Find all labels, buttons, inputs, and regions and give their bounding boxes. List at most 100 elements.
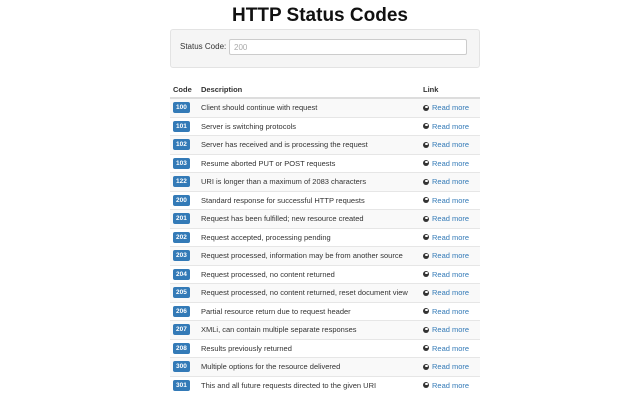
globe-icon <box>423 197 429 203</box>
read-more-label: Read more <box>432 140 470 149</box>
description-cell: Request processed, no content returned, … <box>198 283 420 302</box>
globe-icon <box>423 382 429 388</box>
link-cell: Read more <box>420 209 480 228</box>
read-more-link[interactable]: Read more <box>423 307 469 316</box>
globe-icon <box>423 271 429 277</box>
description-cell: Request processed, information may be fr… <box>198 246 420 265</box>
table-row: 103 Resume aborted PUT or POST requests Re… <box>170 153 480 173</box>
read-more-label: Read more <box>432 103 470 112</box>
table-row: 301 This and all future requests directed… <box>170 375 480 394</box>
globe-icon <box>423 123 429 129</box>
read-more-link[interactable]: Read more <box>423 381 469 390</box>
read-more-link[interactable]: Read more <box>423 122 469 131</box>
code-cell: 205 <box>170 283 198 302</box>
description-cell: Request processed, no content returned <box>198 264 420 284</box>
read-more-link[interactable]: Read more <box>423 196 469 205</box>
read-more-label: Read more <box>432 269 470 279</box>
table-header-row: Code Description Link <box>170 81 480 99</box>
status-code-label: Status Code: <box>180 42 227 51</box>
status-code-badge: 300 <box>173 361 190 373</box>
description-cell: Resume aborted PUT or POST requests <box>198 153 420 173</box>
read-more-link[interactable]: Read more <box>423 214 469 223</box>
table-row: 205 Request processed, no content returne… <box>170 283 480 302</box>
description-cell: URI is longer than a maximum of 2083 cha… <box>198 172 420 191</box>
read-more-label: Read more <box>432 325 470 334</box>
status-code-badge: 204 <box>173 268 190 280</box>
code-cell: 206 <box>170 301 198 321</box>
link-cell: Read more <box>420 135 480 154</box>
description-cell: Partial resource return due to request h… <box>198 301 420 321</box>
code-cell: 200 <box>170 190 198 210</box>
read-more-link[interactable]: Read more <box>423 270 469 279</box>
description-cell: Server has received and is processing th… <box>198 135 420 154</box>
globe-icon <box>423 178 429 185</box>
table-row: 122 URI is longer than a maximum of 2083 … <box>170 172 480 191</box>
header-code: Code <box>170 81 198 99</box>
table-row: 204 Request processed, no content returne… <box>170 264 480 284</box>
status-code-badge: 103 <box>173 157 190 169</box>
status-code-input[interactable] <box>229 39 467 55</box>
read-more-label: Read more <box>432 251 470 260</box>
description-cell: This and all future requests directed to… <box>198 375 420 394</box>
read-more-label: Read more <box>432 306 470 316</box>
read-more-label: Read more <box>432 195 470 205</box>
read-more-link[interactable]: Read more <box>423 344 469 353</box>
code-cell: 103 <box>170 153 198 173</box>
globe-icon <box>423 215 429 222</box>
status-code-badge: 207 <box>173 324 190 336</box>
code-cell: 208 <box>170 338 198 358</box>
status-code-badge: 206 <box>173 305 190 317</box>
code-cell: 122 <box>170 172 198 191</box>
code-cell: 201 <box>170 209 198 228</box>
globe-icon <box>423 345 429 351</box>
read-more-link[interactable]: Read more <box>423 159 469 168</box>
read-more-link[interactable]: Read more <box>423 362 469 371</box>
link-cell: Read more <box>420 97 480 117</box>
code-cell: 301 <box>170 375 198 394</box>
read-more-link[interactable]: Read more <box>423 177 469 186</box>
read-more-label: Read more <box>432 232 470 242</box>
description-cell: Request has been fulfilled; new resource… <box>198 209 420 228</box>
globe-icon <box>423 160 429 166</box>
table-row: 200 Standard response for successful HTTP… <box>170 190 480 210</box>
link-cell: Read more <box>420 190 480 210</box>
table-row: 208 Results previously returned Read more <box>170 338 480 358</box>
read-more-link[interactable]: Read more <box>423 103 469 112</box>
link-cell: Read more <box>420 320 480 339</box>
status-code-badge: 101 <box>173 120 190 132</box>
link-cell: Read more <box>420 227 480 247</box>
read-more-link[interactable]: Read more <box>423 140 469 149</box>
table-row: 300 Multiple options for the resource del… <box>170 357 480 376</box>
read-more-label: Read more <box>432 288 470 297</box>
link-cell: Read more <box>420 301 480 321</box>
link-cell: Read more <box>420 153 480 173</box>
read-more-link[interactable]: Read more <box>423 233 469 242</box>
globe-icon <box>423 289 429 296</box>
header-description: Description <box>198 81 420 99</box>
page-title: HTTP Status Codes <box>232 5 408 26</box>
description-cell: Results previously returned <box>198 338 420 358</box>
status-code-badge: 200 <box>173 194 190 206</box>
read-more-link[interactable]: Read more <box>423 251 469 260</box>
status-code-badge: 301 <box>173 379 190 391</box>
link-cell: Read more <box>420 283 480 302</box>
status-code-badge: 203 <box>173 250 190 262</box>
code-cell: 102 <box>170 135 198 154</box>
read-more-link[interactable]: Read more <box>423 288 469 297</box>
globe-icon <box>423 363 429 370</box>
code-cell: 204 <box>170 264 198 284</box>
table-row: 206 Partial resource return due to reques… <box>170 301 480 321</box>
globe-icon <box>423 234 429 240</box>
table-body: 100 Client should continue with request Re… <box>170 97 480 394</box>
code-cell: 101 <box>170 116 198 136</box>
code-cell: 100 <box>170 97 198 117</box>
globe-icon <box>423 104 429 111</box>
table-row: 101 Server is switching protocols Read mor… <box>170 116 480 136</box>
status-code-badge: 202 <box>173 231 190 243</box>
read-more-link[interactable]: Read more <box>423 325 469 334</box>
read-more-label: Read more <box>432 343 470 353</box>
status-code-badge: 122 <box>173 176 190 188</box>
link-cell: Read more <box>420 246 480 265</box>
table-row: 202 Request accepted, processing pending R… <box>170 227 480 247</box>
status-codes-table: Code Description Link 100 Client should c… <box>170 81 480 394</box>
